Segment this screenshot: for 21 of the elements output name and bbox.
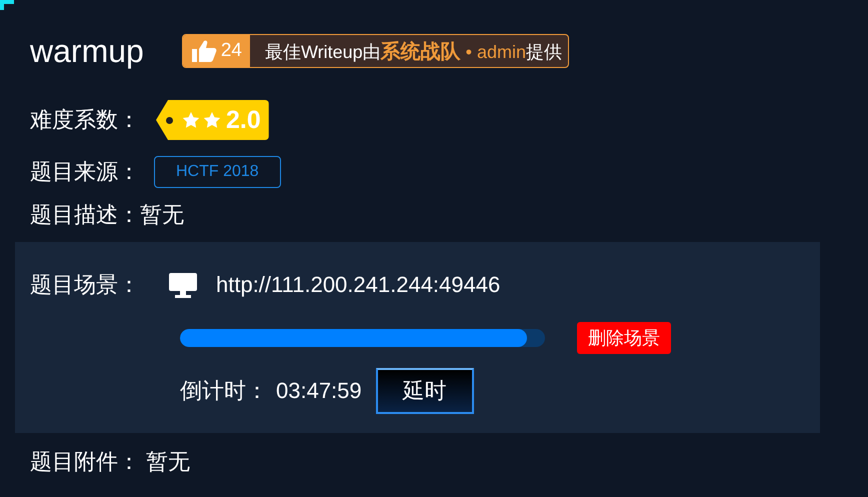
countdown-time: 03:47:59 <box>276 378 362 404</box>
writeup-credit: 最佳Writeup由系统战队 • admin提供 <box>264 40 564 64</box>
attachment-label: 题目附件： <box>30 448 140 476</box>
difficulty-label: 难度系数： <box>30 106 140 134</box>
attachment-value: 暂无 <box>146 448 190 476</box>
delete-scene-button[interactable]: 删除场景 <box>577 322 671 354</box>
monitor-icon <box>168 272 198 298</box>
description-label: 题目描述： <box>30 201 140 229</box>
source-label: 题目来源： <box>30 158 140 186</box>
thumbs-up-icon <box>190 39 217 63</box>
difficulty-score: 2.0 <box>226 106 261 134</box>
two-stars-icon <box>182 111 222 129</box>
challenge-title: warmup <box>30 32 144 70</box>
scene-label: 题目场景： <box>30 271 140 299</box>
tag-hole-icon <box>166 117 173 124</box>
extend-button[interactable]: 延时 <box>376 368 474 414</box>
source-tag: HCTF 2018 <box>154 156 281 188</box>
scene-url-link[interactable]: http://111.200.241.244:49446 <box>216 272 500 298</box>
corner-mark-icon <box>0 0 14 10</box>
description-value: 暂无 <box>140 201 184 229</box>
countdown-label: 倒计时： <box>180 377 268 405</box>
